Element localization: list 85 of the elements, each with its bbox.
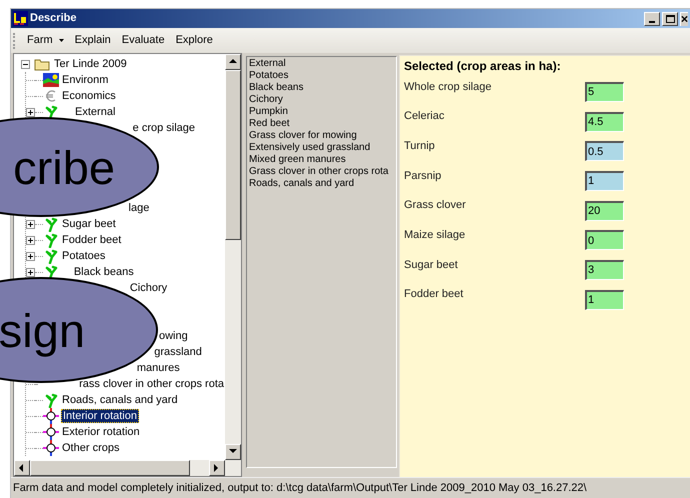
plant-icon <box>44 392 58 408</box>
landscape-icon <box>43 73 59 87</box>
scroll-left-button[interactable] <box>14 460 30 476</box>
window-title: Describe <box>30 11 76 26</box>
area-input[interactable]: 1 <box>585 290 624 310</box>
field-label: Parsnip <box>404 168 442 184</box>
tree-item[interactable]: manures <box>136 362 181 374</box>
scroll-thumb[interactable] <box>225 70 241 240</box>
panel-title: Selected (crop areas in ha): <box>404 58 562 75</box>
list-item[interactable]: Pumpkin <box>249 106 396 118</box>
menu-item[interactable]: Farm <box>22 30 69 50</box>
rotation-node-icon <box>43 424 59 440</box>
tree-item[interactable]: Ter Linde 2009 <box>53 56 128 72</box>
tree-item[interactable]: Roads, canals and yard <box>61 394 179 406</box>
plant-icon <box>44 104 58 120</box>
menu-item[interactable]: Explore <box>170 30 218 50</box>
euro-icon <box>44 89 58 103</box>
area-input[interactable]: 3 <box>585 260 624 280</box>
list-item[interactable]: External <box>249 58 396 70</box>
tree-item[interactable]: Black beans <box>72 266 135 278</box>
field-label: Turnip <box>404 138 436 154</box>
field-label: Fodder beet <box>404 287 464 302</box>
field-label: Celeriac <box>404 109 446 124</box>
status-bar: Farm data and model completely initialized, output to: d:\tcg data\farm\Output\Ter Linde 2009_2010 May 03_16.27.22\ <box>11 477 690 498</box>
tree-item[interactable]: Sugar beet <box>61 218 117 230</box>
tree-item[interactable]: Exterior rotation <box>61 426 141 438</box>
close-button[interactable] <box>680 12 688 26</box>
tree-item[interactable]: Potatoes <box>61 250 106 262</box>
overlay-label: cribe <box>13 144 115 190</box>
field-label: Sugar beet <box>404 258 459 273</box>
list-item[interactable]: Roads, canals and yard <box>249 178 396 190</box>
menu-item[interactable]: Evaluate <box>116 30 170 50</box>
field-label: Grass clover <box>404 198 467 214</box>
area-input[interactable]: 0.5 <box>585 141 624 162</box>
tree-item[interactable]: rass clover in other crops rota <box>78 378 225 390</box>
horizontal-scrollbar[interactable] <box>14 460 241 476</box>
area-input[interactable]: 1 <box>585 170 624 191</box>
area-input[interactable]: 5 <box>585 82 624 102</box>
area-input[interactable]: 0 <box>585 230 624 250</box>
scroll-thumb[interactable] <box>30 460 190 476</box>
tree-item[interactable]: External <box>74 106 116 118</box>
expand-toggle[interactable] <box>26 268 35 276</box>
tree-item[interactable]: Interior rotation <box>61 409 139 423</box>
tree-item[interactable]: Other crops <box>61 442 120 454</box>
list-item[interactable]: Extensively used grassland <box>249 142 396 154</box>
expand-toggle[interactable] <box>26 236 35 244</box>
scroll-right-button[interactable] <box>209 460 225 476</box>
menu-item[interactable]: Explain <box>70 30 116 50</box>
plant-icon <box>44 264 58 280</box>
maximize-button[interactable] <box>662 12 678 26</box>
tree-item[interactable]: Cichory <box>128 282 168 294</box>
rotation-node-icon <box>43 408 59 424</box>
caret-icon <box>58 39 64 42</box>
tree-item[interactable]: lage <box>128 202 150 214</box>
field-label: Maize silage <box>404 228 466 244</box>
list-item[interactable]: Black beans <box>249 82 396 94</box>
app-icon <box>13 11 28 26</box>
tree-item[interactable]: Environm <box>61 74 110 86</box>
expand-toggle[interactable] <box>26 220 35 228</box>
collapse-toggle[interactable] <box>21 60 30 68</box>
tree-item[interactable]: owing <box>158 330 189 342</box>
list-item[interactable]: Mixed green manures <box>249 154 396 166</box>
tree-item[interactable]: e crop silage <box>132 122 196 134</box>
expand-toggle[interactable] <box>26 108 35 116</box>
plant-icon <box>44 216 58 232</box>
tree-item[interactable]: Fodder beet <box>61 234 122 246</box>
field-label: Whole crop silage <box>404 80 492 95</box>
minimize-button[interactable] <box>644 12 660 26</box>
plant-icon <box>44 232 58 248</box>
list-item[interactable]: Red beet <box>249 118 396 130</box>
area-input[interactable]: 4.5 <box>585 112 624 132</box>
list-item[interactable]: Cichory <box>249 94 396 106</box>
folder-icon <box>34 57 50 71</box>
scroll-down-button[interactable] <box>225 444 241 460</box>
plant-icon <box>44 248 58 264</box>
list-item[interactable]: Grass clover for mowing <box>249 130 396 142</box>
tree-item[interactable]: Economics <box>61 90 117 102</box>
expand-toggle[interactable] <box>26 252 35 260</box>
tree-item[interactable]: grassland <box>153 346 203 358</box>
rotation-node-icon <box>43 440 59 456</box>
vertical-scrollbar[interactable] <box>225 54 241 460</box>
list-item[interactable]: Grass clover in other crops rota <box>249 166 396 178</box>
list-item[interactable]: Potatoes <box>249 70 396 82</box>
area-input[interactable]: 20 <box>585 200 624 221</box>
scroll-up-button[interactable] <box>225 54 241 70</box>
